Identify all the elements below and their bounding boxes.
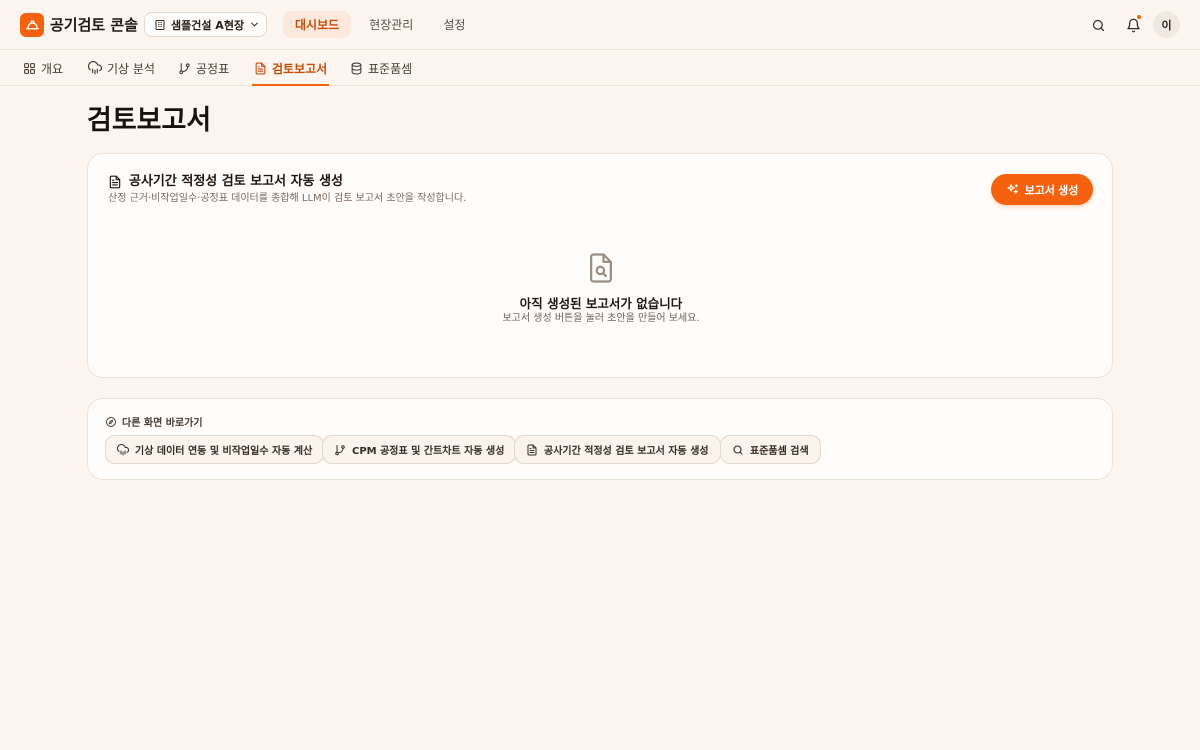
git-branch-icon: [178, 62, 191, 75]
site-selector-value: 샘플건설 A현장: [171, 18, 245, 32]
document-icon: [254, 62, 267, 75]
compass-icon: [105, 416, 117, 428]
file-search-icon: [586, 252, 616, 284]
cloud-rain-icon: [117, 443, 129, 456]
tab-weather-analysis[interactable]: 기상 분석: [88, 50, 155, 86]
tab-overview-label: 개요: [41, 61, 64, 76]
empty-state-title: 아직 생성된 보고서가 없습니다: [519, 296, 683, 311]
cloud-rain-icon: [88, 61, 102, 75]
app-title[interactable]: 공기검토 콘솔: [50, 13, 138, 37]
tab-overview[interactable]: 개요: [23, 50, 63, 86]
search-icon: [732, 444, 744, 456]
grid-icon: [23, 62, 36, 75]
tab-schedule-label: 공정표: [196, 61, 230, 76]
document-icon: [108, 175, 122, 189]
tab-review-report-label: 검토보고서: [272, 61, 328, 76]
shortcut-review-report-label: 공사기간 적정성 검토 보고서 자동 생성: [544, 446, 709, 457]
sub-tab-bar: 개요 기상 분석 공정표 검토보고서 표준품셈: [0, 50, 1200, 86]
nav-site-management[interactable]: 현장관리: [357, 11, 425, 38]
report-generation-card: 공사기간 적정성 검토 보고서 자동 생성 산정 근거·비작업일수·공정표 데이…: [87, 153, 1113, 378]
app-logo-icon[interactable]: [20, 13, 44, 37]
git-branch-icon: [334, 444, 346, 456]
tab-standard-estimate[interactable]: 표준품셈: [350, 50, 412, 86]
tab-weather-analysis-label: 기상 분석: [107, 61, 155, 76]
notification-dot: [1136, 14, 1142, 20]
tab-schedule[interactable]: 공정표: [178, 50, 229, 86]
shortcut-header: 다른 화면 바로가기: [105, 414, 203, 429]
shortcut-weather[interactable]: 기상 데이터 연동 및 비작업일수 자동 계산: [105, 435, 325, 464]
report-card-title: 공사기간 적정성 검토 보고서 자동 생성: [129, 174, 343, 189]
building-icon: [154, 19, 166, 31]
generate-report-button-label: 보고서 생성: [1024, 184, 1079, 197]
site-selector[interactable]: 샘플건설 A현장: [144, 12, 267, 37]
chevron-down-icon: [249, 19, 260, 30]
shortcut-standard-search[interactable]: 표준품셈 검색: [720, 435, 821, 464]
shortcut-card: 다른 화면 바로가기 기상 데이터 연동 및 비작업일수 자동 계산 CPM 공…: [87, 398, 1113, 480]
page-title: 검토보고서: [87, 105, 212, 136]
nav-settings[interactable]: 설정: [431, 11, 477, 38]
sparkles-icon: [1006, 183, 1019, 196]
shortcut-standard-search-label: 표준품셈 검색: [750, 446, 809, 457]
generate-report-button[interactable]: 보고서 생성: [991, 174, 1093, 205]
shortcut-cpm-schedule[interactable]: CPM 공정표 및 간트차트 자동 생성: [322, 435, 517, 464]
empty-state-description: 보고서 생성 버튼을 눌러 초안을 만들어 보세요.: [502, 313, 700, 324]
shortcut-title: 다른 화면 바로가기: [122, 418, 203, 429]
top-header: 공기검토 콘솔 샘플건설 A현장 대시보드 현장관리 설정 이: [0, 0, 1200, 50]
database-icon: [350, 62, 363, 75]
document-icon: [526, 444, 538, 456]
tab-review-report[interactable]: 검토보고서: [251, 50, 330, 86]
tab-standard-estimate-label: 표준품셈: [368, 61, 413, 76]
shortcut-review-report[interactable]: 공사기간 적정성 검토 보고서 자동 생성: [514, 435, 721, 464]
main-nav: 대시보드 현장관리 설정: [283, 11, 477, 38]
search-icon[interactable]: [1086, 13, 1110, 37]
bell-icon[interactable]: [1121, 13, 1145, 37]
report-card-description: 산정 근거·비작업일수·공정표 데이터를 종합해 LLM이 검토 보고서 초안을…: [108, 193, 467, 204]
avatar[interactable]: 이: [1153, 11, 1180, 38]
shortcut-weather-label: 기상 데이터 연동 및 비작업일수 자동 계산: [135, 446, 313, 457]
shortcut-cpm-schedule-label: CPM 공정표 및 간트차트 자동 생성: [352, 446, 505, 457]
nav-dashboard[interactable]: 대시보드: [283, 11, 352, 38]
